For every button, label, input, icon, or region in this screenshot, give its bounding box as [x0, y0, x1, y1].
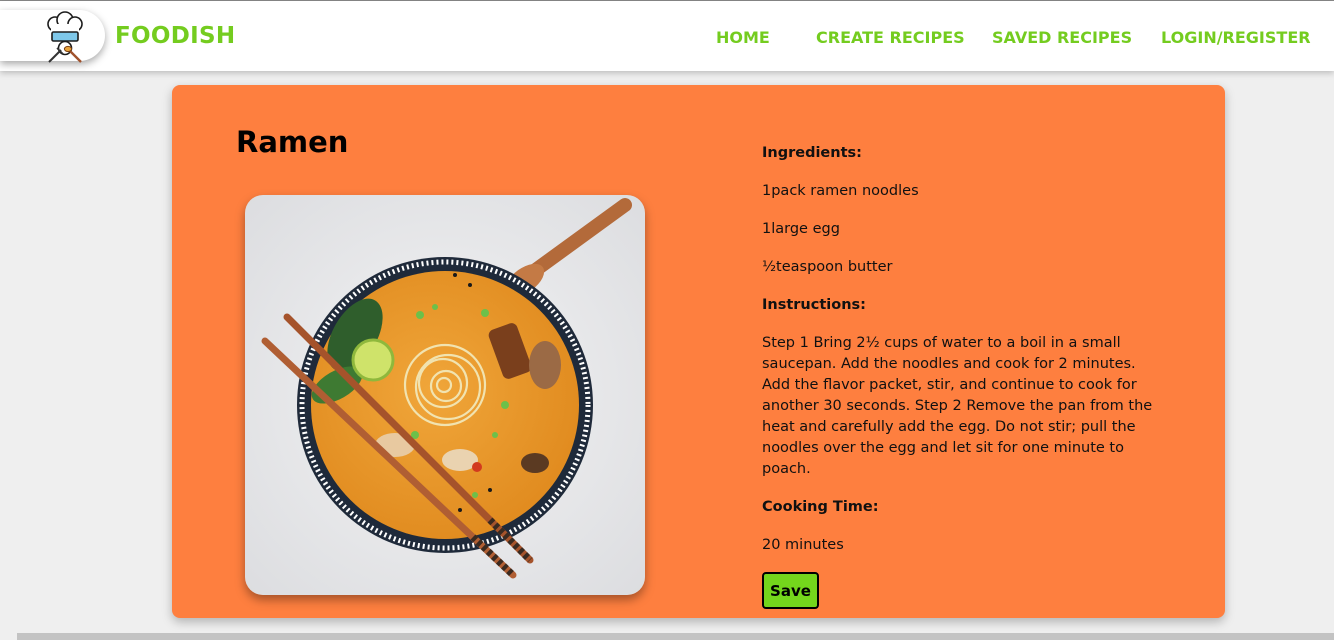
- recipe-card: Ramen Ingredients: 1pack ramen noodles 1…: [172, 85, 1225, 618]
- horizontal-scrollbar[interactable]: [17, 633, 1334, 640]
- nav-home[interactable]: HOME: [716, 28, 770, 47]
- instructions-text: Step 1 Bring 2½ cups of water to a boil …: [762, 335, 1153, 477]
- ingredient-item: 1pack ramen noodles: [762, 183, 919, 199]
- brand-name[interactable]: FOODISH: [115, 23, 235, 49]
- nav-create-recipes[interactable]: CREATE RECIPES: [816, 28, 965, 47]
- recipe-image: [245, 195, 645, 595]
- recipe-details: Ingredients: 1pack ramen noodles 1large …: [762, 143, 1167, 609]
- save-button[interactable]: Save: [762, 572, 819, 609]
- chef-hat-icon: [47, 11, 83, 63]
- navbar: FOODISH HOME CREATE RECIPES SAVED RECIPE…: [0, 1, 1334, 71]
- cooking-time-label: Cooking Time:: [762, 499, 879, 515]
- ingredient-item: ½teaspoon butter: [762, 259, 893, 275]
- nav-login-register[interactable]: LOGIN/REGISTER: [1161, 28, 1311, 47]
- ingredient-item: 1large egg: [762, 221, 840, 237]
- ingredients-label: Ingredients:: [762, 145, 862, 161]
- ramen-bowl-illustration: [245, 195, 645, 595]
- recipe-title: Ramen: [236, 125, 349, 159]
- instructions-label: Instructions:: [762, 297, 866, 313]
- logo[interactable]: [0, 10, 105, 63]
- cooking-time-value: 20 minutes: [762, 537, 844, 553]
- nav-saved-recipes[interactable]: SAVED RECIPES: [992, 28, 1132, 47]
